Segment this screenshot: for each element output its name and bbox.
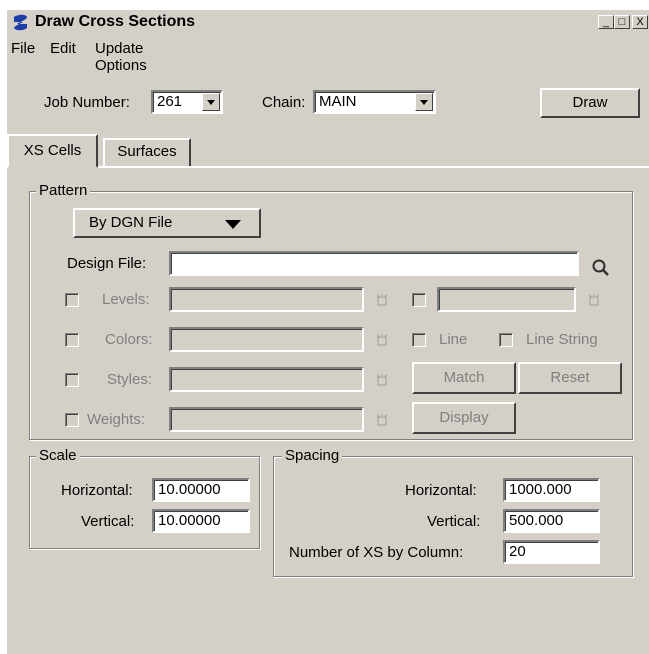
scale-vertical-input[interactable]: 10.00000 xyxy=(152,509,250,533)
weights-input[interactable] xyxy=(169,407,364,432)
minimize-button[interactable]: _ xyxy=(598,15,614,29)
colors-input[interactable] xyxy=(169,327,364,352)
chevron-down-icon xyxy=(420,100,428,105)
colors-checkbox[interactable] xyxy=(65,333,79,347)
extra-filter-input[interactable] xyxy=(437,287,576,312)
chain-dropdown-button[interactable] xyxy=(415,93,433,111)
title-bar[interactable]: Draw Cross Sections _ □ X xyxy=(7,10,649,36)
menu-edit[interactable]: Edit xyxy=(50,40,76,57)
pattern-mode-dropdown[interactable]: By DGN File xyxy=(73,208,261,238)
tab-surfaces[interactable]: Surfaces xyxy=(103,138,191,166)
cell-pick-icon[interactable] xyxy=(375,373,389,387)
levels-input[interactable] xyxy=(169,287,364,312)
menu-file[interactable]: File xyxy=(11,40,35,57)
levels-checkbox[interactable] xyxy=(65,293,79,307)
dialog-window: Draw Cross Sections _ □ X File Edit Upda… xyxy=(5,8,649,654)
columns-label: Number of XS by Column: xyxy=(289,544,464,561)
scale-group xyxy=(29,456,260,549)
match-button[interactable]: Match xyxy=(412,362,516,394)
columns-input[interactable]: 20 xyxy=(503,540,600,564)
design-file-label: Design File: xyxy=(67,255,147,272)
reset-button[interactable]: Reset xyxy=(518,362,622,394)
tab-panel-border xyxy=(7,166,649,168)
scale-horizontal-input[interactable]: 10.00000 xyxy=(152,478,250,502)
spacing-horizontal-label: Horizontal: xyxy=(405,482,477,499)
styles-label: Styles: xyxy=(107,371,153,388)
chain-label: Chain: xyxy=(262,94,306,111)
chain-value: MAIN xyxy=(319,93,357,110)
levels-label: Levels: xyxy=(102,291,150,308)
line-checkbox[interactable] xyxy=(412,333,426,347)
weights-label: Weights: xyxy=(87,411,146,428)
job-number-dropdown-button[interactable] xyxy=(202,93,220,111)
cell-pick-icon[interactable] xyxy=(375,413,389,427)
cell-pick-icon[interactable] xyxy=(587,293,601,307)
styles-checkbox[interactable] xyxy=(65,373,79,387)
pattern-mode-value: By DGN File xyxy=(89,214,173,231)
geopak-logo-icon xyxy=(14,14,27,31)
extra-filter-checkbox[interactable] xyxy=(412,293,426,307)
line-string-label: Line String xyxy=(526,331,598,348)
job-number-value: 261 xyxy=(157,93,183,110)
design-file-input[interactable] xyxy=(169,251,579,276)
colors-label: Colors: xyxy=(105,331,153,348)
line-label: Line xyxy=(439,331,468,348)
styles-input[interactable] xyxy=(169,367,364,392)
dropdown-arrow-icon xyxy=(225,220,241,229)
cell-pick-icon[interactable] xyxy=(375,293,389,307)
maximize-button[interactable]: □ xyxy=(614,15,630,29)
magnifier-icon[interactable] xyxy=(590,257,612,279)
cell-pick-icon[interactable] xyxy=(375,333,389,347)
weights-checkbox[interactable] xyxy=(65,413,79,427)
line-string-checkbox[interactable] xyxy=(499,333,513,347)
pattern-group-label: Pattern xyxy=(36,182,91,199)
spacing-group-label: Spacing xyxy=(282,447,343,464)
menu-update-options[interactable]: Update Options xyxy=(95,40,147,74)
draw-button[interactable]: Draw xyxy=(540,88,640,118)
scale-vertical-label: Vertical: xyxy=(81,513,135,530)
chevron-down-icon xyxy=(207,100,215,105)
tab-xs-cells[interactable]: XS Cells xyxy=(7,134,98,168)
display-button[interactable]: Display xyxy=(412,402,516,434)
spacing-vertical-input[interactable]: 500.000 xyxy=(503,509,600,533)
close-button[interactable]: X xyxy=(632,15,648,29)
scale-horizontal-label: Horizontal: xyxy=(61,482,133,499)
scale-group-label: Scale xyxy=(36,447,80,464)
spacing-horizontal-input[interactable]: 1000.000 xyxy=(503,478,600,502)
window-title: Draw Cross Sections xyxy=(35,13,196,30)
job-number-label: Job Number: xyxy=(44,94,130,111)
spacing-vertical-label: Vertical: xyxy=(427,513,481,530)
